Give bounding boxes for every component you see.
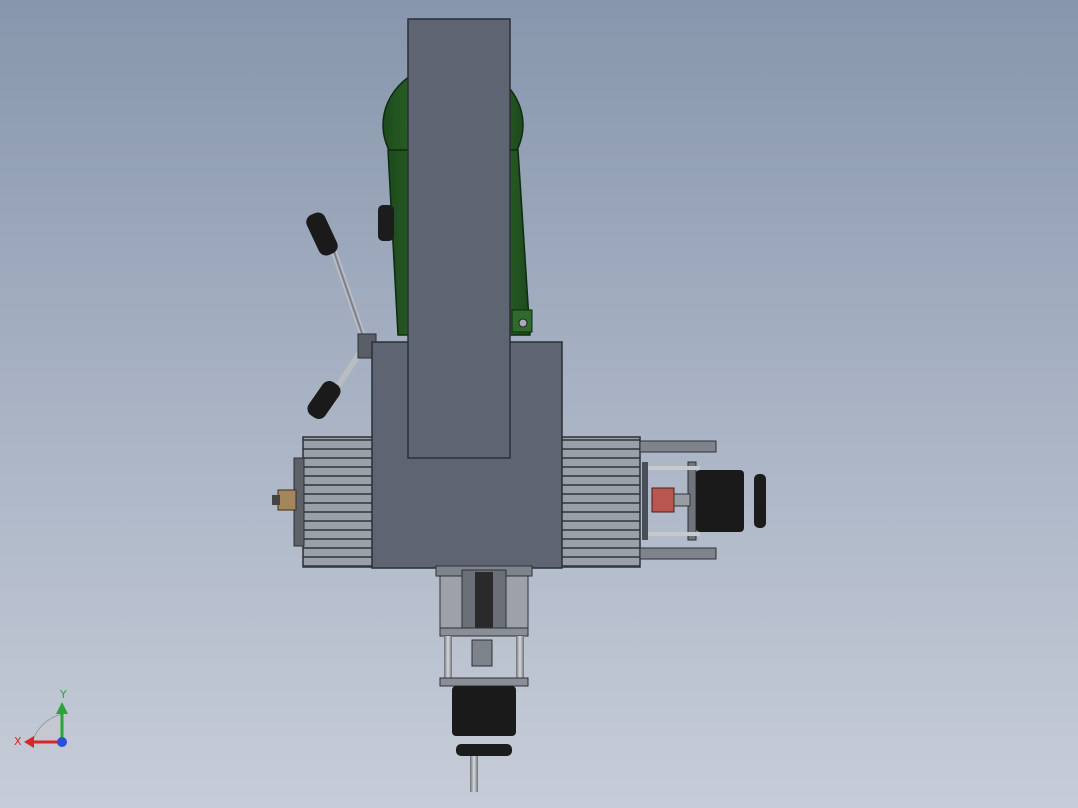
feed-lever[interactable] xyxy=(304,210,377,422)
cad-viewport[interactable]: Y X xyxy=(0,0,1078,808)
stepper-motor-bottom xyxy=(452,686,516,736)
z-axis-dot xyxy=(57,737,67,747)
view-triad: Y X xyxy=(14,688,68,748)
triad-y-label: Y xyxy=(59,688,67,701)
bottom-feed-assembly xyxy=(435,565,533,792)
lever-handle-top[interactable] xyxy=(304,210,341,258)
left-axis-motor xyxy=(272,436,374,568)
triad-x-label: X xyxy=(14,735,22,748)
handwheel-right[interactable] xyxy=(754,474,766,528)
column xyxy=(407,18,511,459)
handwheel-bottom[interactable] xyxy=(456,744,512,756)
right-feed-assembly xyxy=(639,440,798,560)
right-axis-motor xyxy=(559,436,641,568)
stepper-motor-right xyxy=(696,470,744,532)
knob-icon[interactable] xyxy=(378,205,394,241)
